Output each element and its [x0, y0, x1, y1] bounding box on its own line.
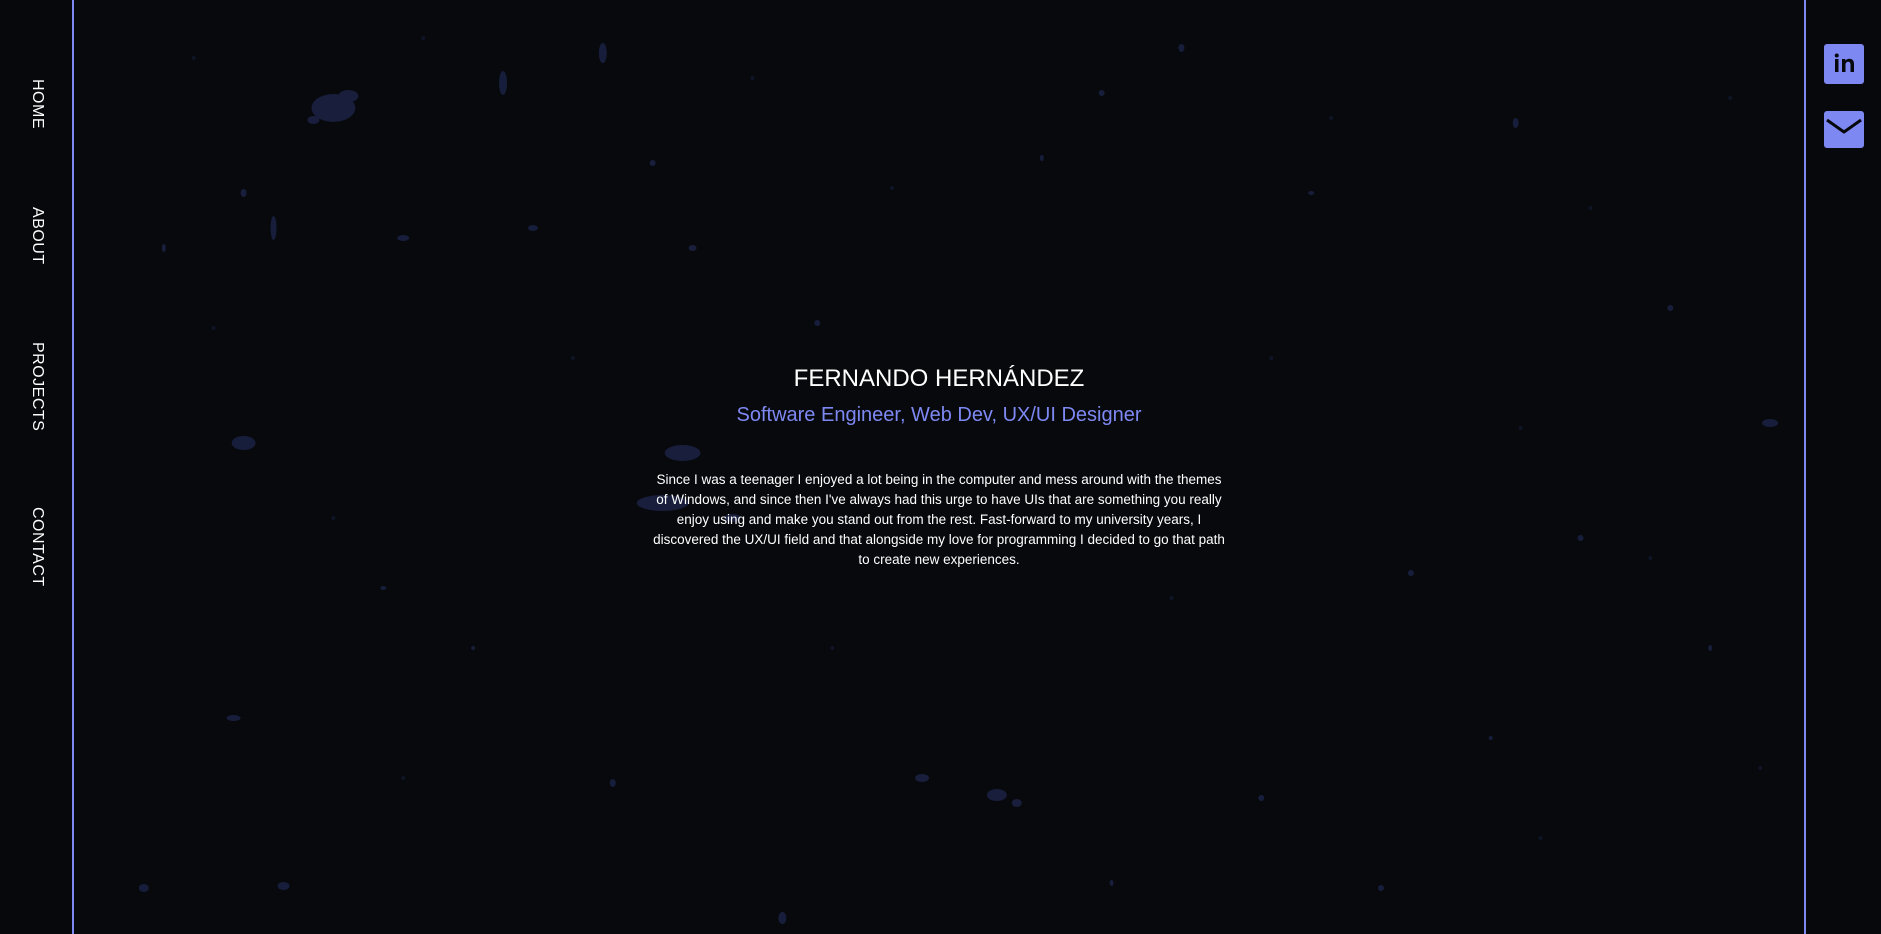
hero-section: FERNANDO HERNÁNDEZ Software Engineer, We… [74, 363, 1804, 570]
hero-name: FERNANDO HERNÁNDEZ [793, 365, 1085, 392]
nav-about-link[interactable]: ABOUT [28, 207, 46, 265]
nav-home-link[interactable]: HOME [28, 79, 46, 129]
hero-bio: Since I was a teenager I enjoyed a lot b… [653, 472, 1225, 567]
social-sidebar [1808, 0, 1881, 934]
mail-icon [1824, 111, 1864, 148]
side-navigation: HOME ABOUT PROJECTS CONTACT [0, 0, 73, 934]
main-frame: FERNANDO HERNÁNDEZ Software Engineer, We… [72, 0, 1806, 934]
linkedin-icon [1824, 44, 1864, 84]
hero-subtitle: Software Engineer, Web Dev, UX/UI Design… [736, 404, 1142, 426]
portfolio-page: HOME ABOUT PROJECTS CONTACT FERNANDO HER… [0, 0, 1881, 934]
nav-projects-link[interactable]: PROJECTS [28, 342, 46, 431]
linkedin-link[interactable] [1824, 44, 1864, 84]
nav-contact-link[interactable]: CONTACT [28, 507, 46, 587]
email-link[interactable] [1824, 111, 1864, 148]
